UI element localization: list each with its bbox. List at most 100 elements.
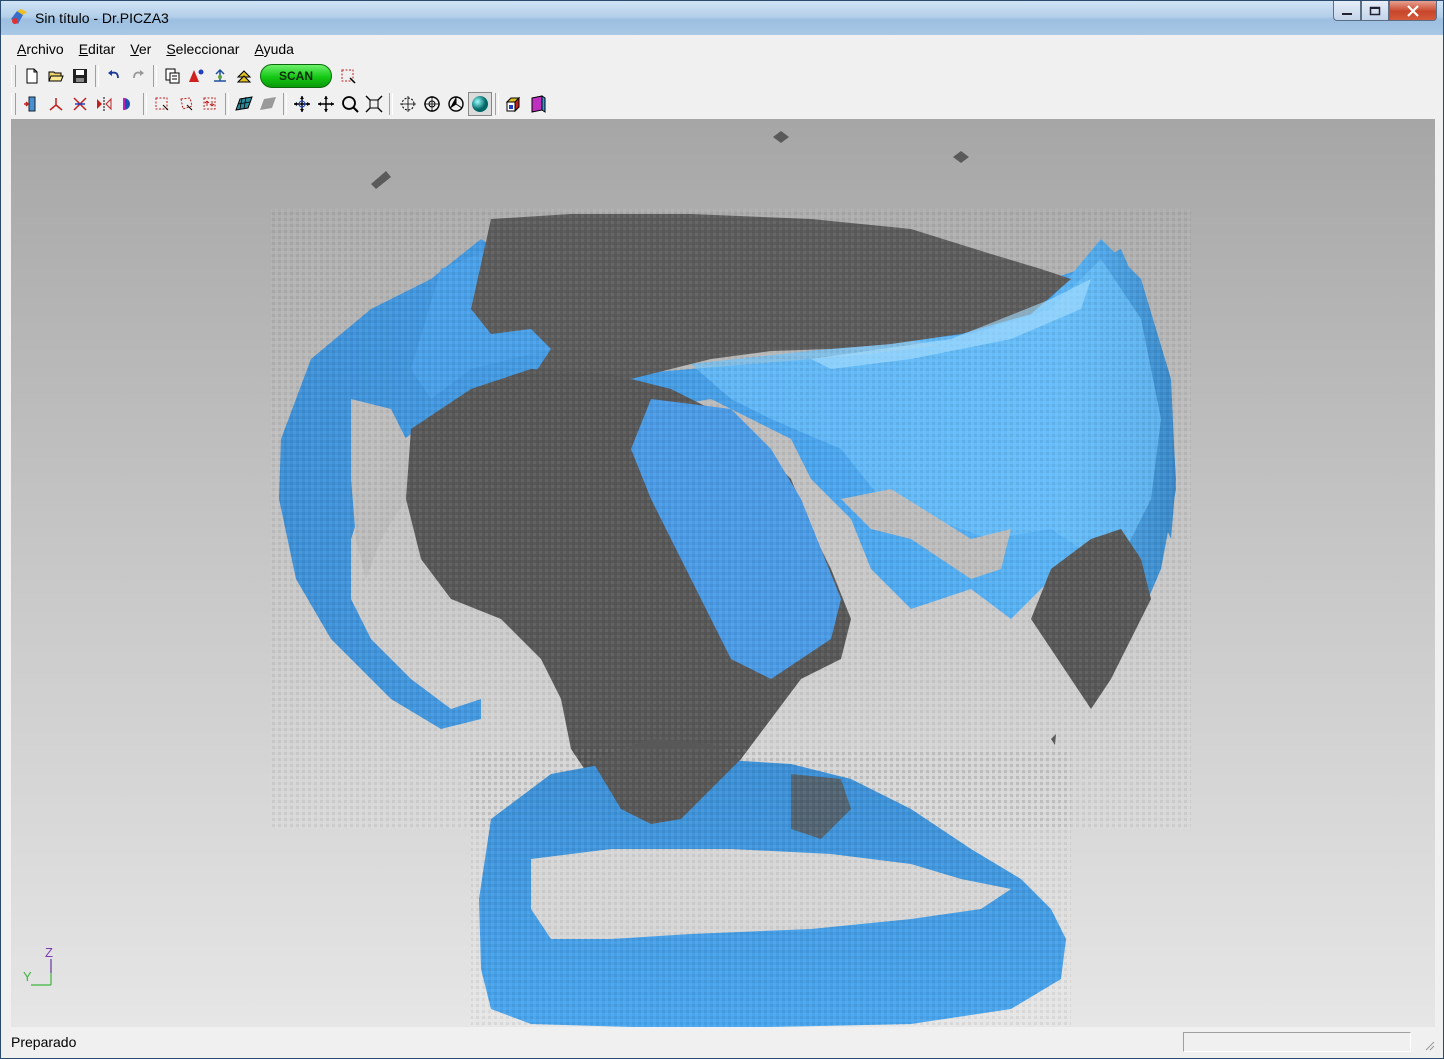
scan-area-icon xyxy=(341,69,356,84)
select-rect-button[interactable] xyxy=(150,92,174,116)
target-3-icon xyxy=(448,96,464,112)
mesh-flat-icon xyxy=(260,97,276,110)
scan-settings-button[interactable] xyxy=(208,64,232,88)
menu-bar: Archivo Editar Ver Seleccionar Ayuda xyxy=(9,37,1437,61)
view-box-icon xyxy=(531,95,546,113)
window-title: Sin título - Dr.PICZA3 xyxy=(35,10,169,26)
print-setup-button[interactable] xyxy=(160,64,184,88)
toolbar-separator xyxy=(389,93,393,115)
menu-ayuda-label: yuda xyxy=(263,41,294,57)
menu-ver[interactable]: Ver xyxy=(122,37,158,61)
triangle-tool-button[interactable] xyxy=(184,64,208,88)
view-box-button[interactable] xyxy=(526,92,550,116)
color-cube-button[interactable] xyxy=(502,92,526,116)
maximize-icon xyxy=(1369,6,1381,15)
select-invert-button[interactable] xyxy=(198,92,222,116)
toolbar-separator xyxy=(95,65,99,87)
minimize-button[interactable] xyxy=(1333,1,1361,21)
menu-archivo-label: rchivo xyxy=(26,41,64,57)
undo-button[interactable] xyxy=(102,64,126,88)
zoom-fit-button[interactable] xyxy=(362,92,386,116)
select-rect-icon xyxy=(155,97,169,111)
menu-seleccionar[interactable]: Seleccionar xyxy=(158,37,246,61)
trim-icon xyxy=(73,97,87,111)
status-panel xyxy=(1183,1032,1411,1052)
menu-archivo[interactable]: Archivo xyxy=(9,37,71,61)
target-2-button[interactable] xyxy=(420,92,444,116)
raise-icon xyxy=(236,70,252,83)
scan-area-button[interactable] xyxy=(336,64,360,88)
open-folder-icon xyxy=(48,71,64,82)
zoom-icon xyxy=(342,96,359,113)
menu-ver-key: V xyxy=(130,41,139,57)
target-2-icon xyxy=(424,96,440,112)
zoom-button[interactable] xyxy=(338,92,362,116)
toolbar-separator xyxy=(283,93,287,115)
scanned-globe-model xyxy=(271,131,1191,1027)
new-file-button[interactable] xyxy=(20,64,44,88)
open-button[interactable] xyxy=(44,64,68,88)
target-1-icon xyxy=(400,96,416,112)
app-window: Sin título - Dr.PICZA3 Archivo Editar Ve… xyxy=(0,0,1444,1059)
pan-icon xyxy=(318,96,334,112)
new-file-icon xyxy=(26,68,38,84)
fit-width-button[interactable] xyxy=(20,92,44,116)
globe-shell xyxy=(271,209,1191,829)
menu-seleccionar-key: S xyxy=(166,41,176,57)
app-logo-icon xyxy=(11,9,27,24)
rotate-icon xyxy=(294,96,310,112)
redo-icon xyxy=(133,70,144,79)
half-circle-icon xyxy=(123,98,130,110)
status-text: Preparado xyxy=(11,1034,77,1050)
scan-button[interactable]: SCAN xyxy=(260,64,333,88)
menu-seleccionar-label: eleccionar xyxy=(175,41,240,57)
mesh-flat-button[interactable] xyxy=(256,92,280,116)
save-button[interactable] xyxy=(68,64,92,88)
axes-button[interactable] xyxy=(44,92,68,116)
toolbar-separator xyxy=(495,93,499,115)
menu-ayuda-key: A xyxy=(254,41,264,57)
save-icon xyxy=(73,69,87,83)
menu-editar-key: E xyxy=(78,41,89,57)
mirror-button[interactable] xyxy=(92,92,116,116)
axis-z-label: Z xyxy=(45,945,53,960)
status-bar: Preparado xyxy=(9,1031,1437,1055)
minimize-icon xyxy=(1342,12,1352,15)
mesh-shaded-button[interactable] xyxy=(232,92,256,116)
menu-editar[interactable]: Editar xyxy=(71,37,123,61)
redo-button[interactable] xyxy=(126,64,150,88)
3d-viewport[interactable]: Z Y xyxy=(11,119,1435,1027)
target-1-button[interactable] xyxy=(396,92,420,116)
raise-button[interactable] xyxy=(232,64,256,88)
base-texture xyxy=(471,749,1071,1027)
target-3-button[interactable] xyxy=(444,92,468,116)
pan-button[interactable] xyxy=(314,92,338,116)
scan-settings-icon xyxy=(214,68,226,82)
select-lasso-icon xyxy=(180,97,193,111)
toolbar-separator xyxy=(153,65,157,87)
close-icon xyxy=(1407,4,1419,17)
sphere-button[interactable] xyxy=(468,92,492,116)
select-lasso-button[interactable] xyxy=(174,92,198,116)
print-setup-icon xyxy=(165,68,180,84)
mesh-shaded-icon xyxy=(235,96,253,111)
title-bar[interactable]: Sin título - Dr.PICZA3 xyxy=(1,1,1443,35)
sphere-icon xyxy=(472,96,488,112)
menu-ver-label: er xyxy=(138,41,152,57)
toolbar-grip[interactable] xyxy=(11,65,16,87)
menu-ayuda[interactable]: Ayuda xyxy=(246,37,300,61)
half-circle-button[interactable] xyxy=(116,92,140,116)
resize-grip-icon[interactable] xyxy=(1423,1039,1435,1051)
maximize-button[interactable] xyxy=(1361,1,1389,21)
close-button[interactable] xyxy=(1389,1,1437,21)
color-cube-icon xyxy=(505,96,521,113)
zoom-fit-icon xyxy=(365,95,383,113)
toolbar-grip[interactable] xyxy=(11,93,16,115)
main-toolbar: SCAN xyxy=(11,62,360,90)
fit-width-icon xyxy=(24,96,36,112)
trim-button[interactable] xyxy=(68,92,92,116)
globe-base-ring xyxy=(471,739,1071,1027)
axes-icon xyxy=(49,98,63,111)
mirror-icon xyxy=(97,97,112,111)
rotate-button[interactable] xyxy=(290,92,314,116)
